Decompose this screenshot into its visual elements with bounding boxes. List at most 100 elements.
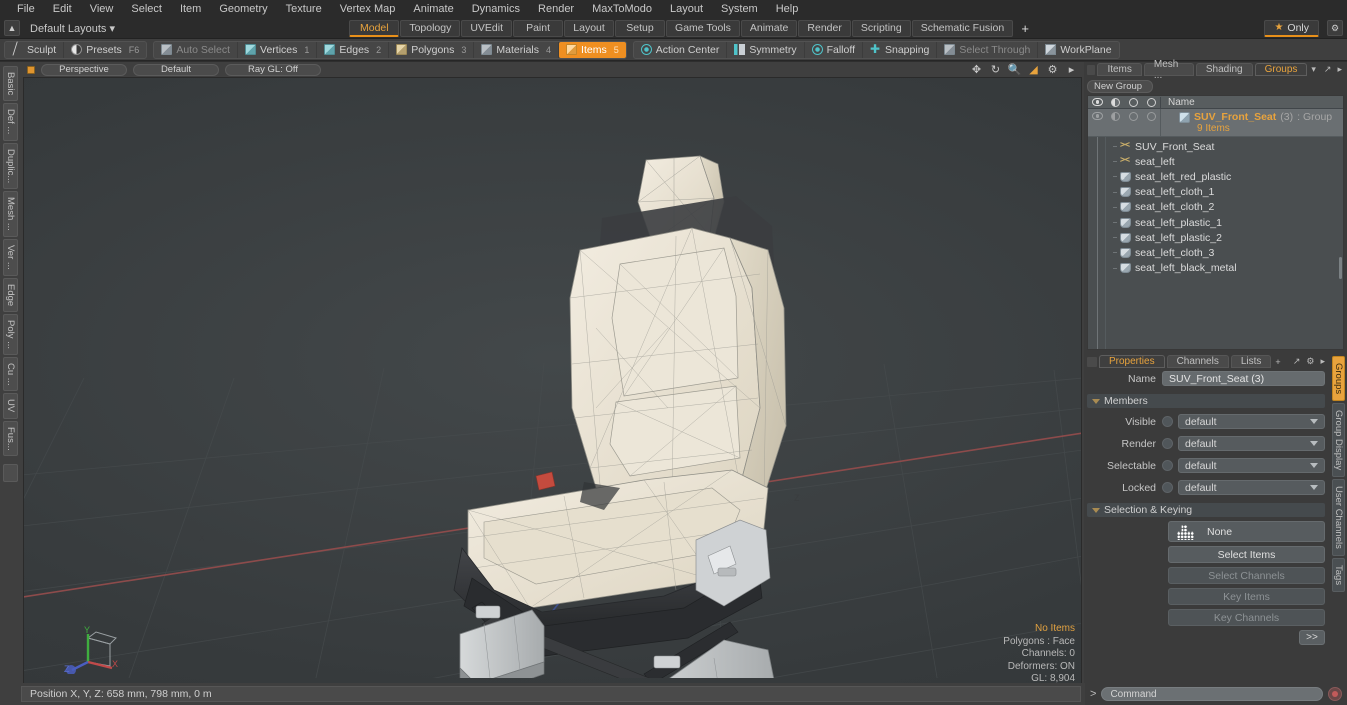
selectable-checkbox[interactable] bbox=[1162, 460, 1173, 471]
list-item[interactable]: seat_left_cloth_2 bbox=[1106, 200, 1343, 215]
expand-icon[interactable]: ↗ bbox=[1322, 64, 1334, 75]
panel-corner-icon[interactable] bbox=[1087, 356, 1097, 367]
menu-item-file[interactable]: File bbox=[8, 0, 44, 18]
chevron-right-icon[interactable]: ▸ bbox=[1065, 63, 1078, 76]
selected-group-row[interactable]: SUV_Front_Seat (3) : Group 9 Items bbox=[1088, 109, 1343, 137]
left-tab-uv[interactable]: UV bbox=[3, 393, 18, 419]
selection-keying-section-header[interactable]: Selection & Keying bbox=[1087, 503, 1325, 517]
select-icon[interactable] bbox=[1142, 109, 1160, 121]
tab-schematic-fusion[interactable]: Schematic Fusion bbox=[911, 19, 1014, 37]
menu-item-edit[interactable]: Edit bbox=[44, 0, 81, 18]
left-tab-deform[interactable]: Def ... bbox=[3, 103, 18, 141]
list-item[interactable]: seat_left_cloth_3 bbox=[1106, 245, 1343, 260]
render-icon[interactable] bbox=[1124, 97, 1142, 107]
visible-checkbox[interactable] bbox=[1162, 416, 1173, 427]
tab-model[interactable]: Model bbox=[349, 19, 400, 37]
shade-icon[interactable] bbox=[1106, 97, 1124, 107]
menu-item-texture[interactable]: Texture bbox=[277, 0, 331, 18]
eye-icon[interactable] bbox=[1088, 109, 1106, 120]
menu-item-geometry[interactable]: Geometry bbox=[210, 0, 276, 18]
selectable-dropdown[interactable]: default bbox=[1178, 458, 1325, 473]
zoom-icon[interactable]: 🔍 bbox=[1008, 63, 1022, 76]
viewport-3d[interactable]: X Z No Items Polygons: Face Channels: 0… bbox=[23, 77, 1082, 703]
left-tabs-overflow[interactable] bbox=[3, 464, 18, 483]
tab-render[interactable]: Render bbox=[798, 19, 851, 37]
edges-button[interactable]: Edges 2 bbox=[317, 41, 390, 58]
render-checkbox[interactable] bbox=[1162, 438, 1173, 449]
list-item[interactable]: seat_left_cloth_1 bbox=[1106, 185, 1343, 200]
chevron-right-icon[interactable]: ▸ bbox=[1318, 356, 1327, 367]
add-properties-tab-button[interactable]: + bbox=[1273, 357, 1282, 367]
menu-item-dynamics[interactable]: Dynamics bbox=[463, 0, 529, 18]
menu-item-view[interactable]: View bbox=[81, 0, 123, 18]
menu-item-maxtomodo[interactable]: MaxToModo bbox=[583, 0, 661, 18]
polygons-button[interactable]: Polygons 3 bbox=[389, 41, 475, 58]
move-icon[interactable]: ✥ bbox=[970, 63, 983, 76]
tab-channels[interactable]: Channels bbox=[1166, 355, 1229, 368]
left-tab-poly[interactable]: Poly ... bbox=[3, 313, 18, 355]
render-icon[interactable] bbox=[1124, 109, 1142, 121]
new-group-button[interactable]: New Group bbox=[1087, 80, 1153, 93]
default-layouts-dropdown[interactable]: Default Layouts ▾ bbox=[24, 22, 121, 35]
tab-lists[interactable]: Lists bbox=[1230, 355, 1272, 368]
select-channels-button[interactable]: Select Channels bbox=[1168, 567, 1325, 584]
falloff-button[interactable]: Falloff bbox=[805, 41, 863, 58]
render-dropdown[interactable]: default bbox=[1178, 436, 1325, 451]
list-item[interactable]: seat_left_plastic_1 bbox=[1106, 215, 1343, 230]
view-mode-dropdown[interactable]: Perspective bbox=[41, 63, 127, 76]
menu-item-system[interactable]: System bbox=[712, 0, 767, 18]
action-center-button[interactable]: Action Center bbox=[634, 41, 728, 58]
tab-uvedit[interactable]: UVEdit bbox=[461, 19, 513, 37]
presets-button[interactable]: Presets F6 bbox=[64, 42, 146, 58]
key-channels-button[interactable]: Key Channels bbox=[1168, 609, 1325, 626]
key-items-button[interactable]: Key Items bbox=[1168, 588, 1325, 605]
expand-icon[interactable]: ↗ bbox=[1291, 356, 1303, 367]
panel-corner-icon[interactable] bbox=[1087, 64, 1096, 75]
shade-icon[interactable] bbox=[1106, 109, 1124, 121]
items-button[interactable]: Items 5 bbox=[559, 41, 626, 58]
left-tab-basic[interactable]: Basic bbox=[3, 66, 18, 102]
menu-item-help[interactable]: Help bbox=[767, 0, 808, 18]
left-tab-curve[interactable]: Cu ... bbox=[3, 356, 18, 392]
right-tab-tags[interactable]: Tags bbox=[1332, 558, 1345, 593]
group-item-list[interactable]: Name SUV_Front_Seat (3) : Group 9 Items bbox=[1087, 95, 1344, 350]
rotate-icon[interactable]: ↻ bbox=[989, 63, 1002, 76]
menu-item-animate[interactable]: Animate bbox=[404, 0, 462, 18]
list-item[interactable]: seat_left_plastic_2 bbox=[1106, 230, 1343, 245]
sculpt-button[interactable]: ╱ Sculpt bbox=[5, 41, 65, 58]
chevron-right-icon[interactable]: ▸ bbox=[1335, 64, 1344, 75]
tab-mesh[interactable]: Mesh ... bbox=[1143, 59, 1194, 81]
tab-game-tools[interactable]: Game Tools bbox=[666, 19, 740, 37]
menu-item-select[interactable]: Select bbox=[122, 0, 171, 18]
tab-animate[interactable]: Animate bbox=[740, 19, 798, 37]
gear-icon[interactable]: ⚙ bbox=[1046, 63, 1059, 76]
select-icon[interactable] bbox=[1142, 97, 1160, 107]
left-tab-vertex[interactable]: Ver ... bbox=[3, 238, 18, 276]
fit-icon[interactable]: ◢ bbox=[1027, 63, 1040, 76]
menu-item-item[interactable]: Item bbox=[171, 0, 210, 18]
viewport-menu-icon[interactable] bbox=[27, 65, 35, 74]
materials-button[interactable]: Materials 4 bbox=[474, 41, 560, 58]
command-input[interactable]: Command bbox=[1101, 687, 1323, 701]
more-options-button[interactable]: >> bbox=[1299, 630, 1325, 645]
list-item[interactable]: seat_left bbox=[1106, 154, 1343, 169]
gear-icon[interactable]: ⚙ bbox=[1304, 356, 1316, 367]
tab-topology[interactable]: Topology bbox=[400, 19, 461, 37]
snapping-button[interactable]: ✚ Snapping bbox=[863, 41, 938, 58]
eye-icon[interactable] bbox=[1088, 98, 1106, 106]
shading-style-dropdown[interactable]: Default bbox=[133, 63, 219, 76]
tab-setup[interactable]: Setup bbox=[615, 19, 666, 37]
selection-mode-button[interactable]: None bbox=[1168, 521, 1325, 542]
symmetry-button[interactable]: Symmetry bbox=[727, 41, 805, 58]
visible-dropdown[interactable]: default bbox=[1178, 414, 1325, 429]
left-tab-dupl[interactable]: Duplic... bbox=[3, 142, 18, 189]
select-through-button[interactable]: Select Through bbox=[937, 41, 1039, 58]
list-item[interactable]: seat_left_black_metal bbox=[1106, 261, 1343, 276]
right-tab-group-display[interactable]: Group Display bbox=[1332, 403, 1345, 478]
item-list-scrollbar[interactable] bbox=[1339, 257, 1342, 279]
left-tab-edge[interactable]: Edge bbox=[3, 277, 18, 312]
axis-gizmo[interactable]: Y X Z bbox=[62, 622, 118, 674]
locked-checkbox[interactable] bbox=[1162, 482, 1173, 493]
tab-shading[interactable]: Shading bbox=[1195, 63, 1253, 76]
add-tab-button[interactable]: + bbox=[1014, 20, 1036, 37]
